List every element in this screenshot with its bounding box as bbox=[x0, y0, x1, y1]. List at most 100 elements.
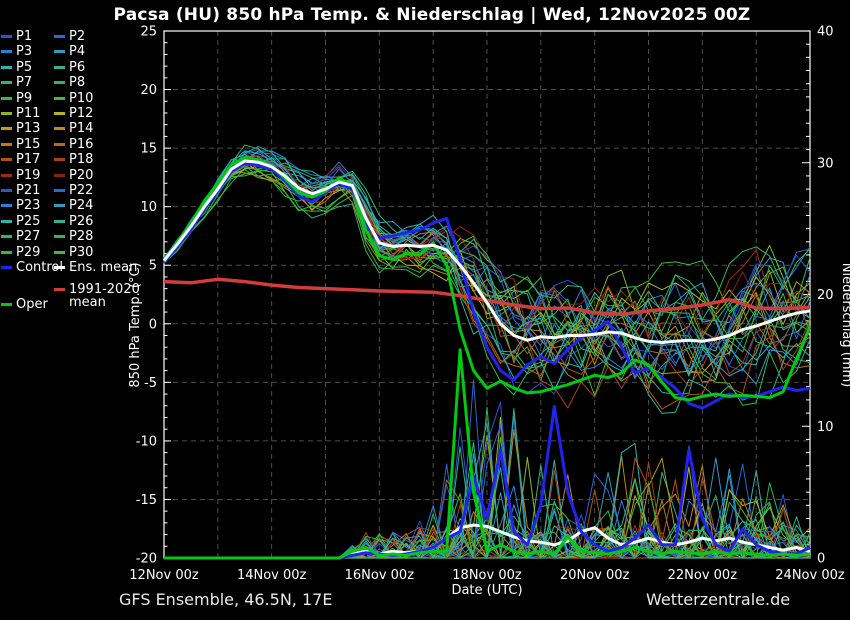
legend-member-p8: P8 bbox=[54, 75, 85, 90]
legend-member-p12-label: P12 bbox=[69, 107, 93, 120]
legend-member-p23-label: P23 bbox=[16, 199, 40, 212]
legend-member-p28: P28 bbox=[54, 229, 93, 244]
date-tick-label: 18Nov 00z bbox=[452, 568, 522, 583]
date-tick-label: 12Nov 00z bbox=[129, 568, 199, 583]
precip-tick-label: 30 bbox=[817, 156, 834, 171]
legend-member-p25: P25 bbox=[1, 214, 40, 229]
date-tick-label: 16Nov 00z bbox=[345, 568, 415, 583]
legend-member-p29: P29 bbox=[1, 245, 40, 260]
legend-member-p11: P11 bbox=[1, 106, 40, 121]
legend-member-p1: P1 bbox=[1, 29, 32, 44]
legend-member-p29-swatch bbox=[1, 251, 12, 254]
member-precip-lines bbox=[164, 380, 810, 558]
legend-member-p13: P13 bbox=[1, 121, 40, 136]
legend-member-p14: P14 bbox=[54, 121, 93, 136]
date-tick-label: 22Nov 00z bbox=[668, 568, 738, 583]
x-axis-title: Date (UTC) bbox=[451, 583, 522, 598]
meteogram-page: 2520151050-5-10-15-2040302010012Nov 00z1… bbox=[0, 0, 850, 620]
legend-member-p1-label: P1 bbox=[16, 30, 32, 43]
temp-tick-label: -10 bbox=[136, 434, 157, 449]
temp-tick-label: -15 bbox=[136, 493, 157, 508]
legend-member-p3-label: P3 bbox=[16, 45, 32, 58]
temp-tick-label: -5 bbox=[144, 376, 157, 391]
legend-member-p10: P10 bbox=[54, 91, 93, 106]
legend-oper-swatch bbox=[1, 303, 12, 306]
legend-member-p4: P4 bbox=[54, 44, 85, 59]
legend-member-p5: P5 bbox=[1, 60, 32, 75]
footer-branding: Wetterzentrale.de bbox=[646, 590, 790, 609]
legend-member-p18-label: P18 bbox=[69, 153, 93, 166]
legend-member-p15: P15 bbox=[1, 137, 40, 152]
legend-member-p10-swatch bbox=[54, 97, 65, 100]
precip-tick-label: 40 bbox=[817, 25, 834, 40]
legend-climate-mean-swatch bbox=[54, 288, 65, 291]
legend-ens-mean: Ens. mean bbox=[54, 260, 137, 275]
legend-oper: Oper bbox=[1, 297, 48, 312]
legend-member-p25-label: P25 bbox=[16, 215, 40, 228]
legend-member-p12: P12 bbox=[54, 106, 93, 121]
legend-member-p26: P26 bbox=[54, 214, 93, 229]
legend-member-p11-label: P11 bbox=[16, 107, 40, 120]
legend-member-p14-swatch bbox=[54, 127, 65, 130]
legend-climate-mean: 1991-2020mean bbox=[54, 283, 140, 309]
legend-climate-mean-label: 1991-2020mean bbox=[69, 283, 140, 309]
legend-member-p28-label: P28 bbox=[69, 230, 93, 243]
legend-member-p12-swatch bbox=[54, 112, 65, 115]
legend-member-p2-label: P2 bbox=[69, 30, 85, 43]
legend-member-p8-label: P8 bbox=[69, 76, 85, 89]
legend-member-p30-swatch bbox=[54, 251, 65, 254]
y-right-axis-title: Niederschlag (mm) bbox=[839, 263, 850, 388]
legend-member-p2-swatch bbox=[54, 35, 65, 38]
legend-member-p20: P20 bbox=[54, 168, 93, 183]
page-title: Pacsa (HU) 850 hPa Temp. & Niederschlag … bbox=[114, 5, 751, 25]
legend-member-p27-label: P27 bbox=[16, 230, 40, 243]
legend-member-p15-swatch bbox=[1, 143, 12, 146]
legend-member-p29-label: P29 bbox=[16, 246, 40, 259]
legend-ens-mean-swatch bbox=[54, 266, 65, 269]
legend-member-p15-label: P15 bbox=[16, 138, 40, 151]
legend-ens-mean-label: Ens. mean bbox=[69, 261, 137, 274]
legend-member-p4-swatch bbox=[54, 50, 65, 53]
legend-member-p24: P24 bbox=[54, 198, 93, 213]
legend-member-p17-swatch bbox=[1, 158, 12, 161]
legend-member-p22: P22 bbox=[54, 183, 93, 198]
legend-member-p13-swatch bbox=[1, 127, 12, 130]
legend-member-p20-swatch bbox=[54, 174, 65, 177]
footer-model-info: GFS Ensemble, 46.5N, 17E bbox=[119, 590, 332, 609]
legend-member-p9-label: P9 bbox=[16, 92, 32, 105]
legend-member-p7-label: P7 bbox=[16, 76, 32, 89]
legend-member-p1-swatch bbox=[1, 35, 12, 38]
legend-member-p30-label: P30 bbox=[69, 246, 93, 259]
precip-tick-label: 10 bbox=[817, 420, 834, 435]
legend-member-p25-swatch bbox=[1, 220, 12, 223]
legend-member-p6-label: P6 bbox=[69, 61, 85, 74]
legend-member-p23: P23 bbox=[1, 198, 40, 213]
legend-member-p16: P16 bbox=[54, 137, 93, 152]
legend-member-p19-label: P19 bbox=[16, 169, 40, 182]
legend-member-p16-label: P16 bbox=[69, 138, 93, 151]
date-tick-label: 24Nov 00z bbox=[775, 568, 845, 583]
legend-member-p21-swatch bbox=[1, 189, 12, 192]
legend-member-p9: P9 bbox=[1, 91, 32, 106]
legend-member-p27-swatch bbox=[1, 235, 12, 238]
temp-tick-label: -20 bbox=[136, 552, 157, 567]
legend-member-p5-label: P5 bbox=[16, 61, 32, 74]
legend-member-p17-label: P17 bbox=[16, 153, 40, 166]
legend-control-swatch bbox=[1, 266, 12, 269]
legend-member-p14-label: P14 bbox=[69, 122, 93, 135]
legend-member-p18: P18 bbox=[54, 152, 93, 167]
legend-member-p19: P19 bbox=[1, 168, 40, 183]
legend-member-p18-swatch bbox=[54, 158, 65, 161]
date-tick-label: 14Nov 00z bbox=[237, 568, 307, 583]
legend: P1 P2 P3 P4 P5 P6 P7 P8 P9 P10 P11 P12 P13 P14 P15 P16 P… bbox=[1, 29, 151, 329]
legend-member-p22-label: P22 bbox=[69, 184, 93, 197]
legend-member-p28-swatch bbox=[54, 235, 65, 238]
legend-member-p7: P7 bbox=[1, 75, 32, 90]
legend-member-p22-swatch bbox=[54, 189, 65, 192]
legend-member-p7-swatch bbox=[1, 81, 12, 84]
legend-oper-label: Oper bbox=[16, 298, 48, 311]
legend-member-p6: P6 bbox=[54, 60, 85, 75]
legend-member-p6-swatch bbox=[54, 66, 65, 69]
precip-tick-label: 20 bbox=[817, 288, 834, 303]
legend-member-p26-swatch bbox=[54, 220, 65, 223]
